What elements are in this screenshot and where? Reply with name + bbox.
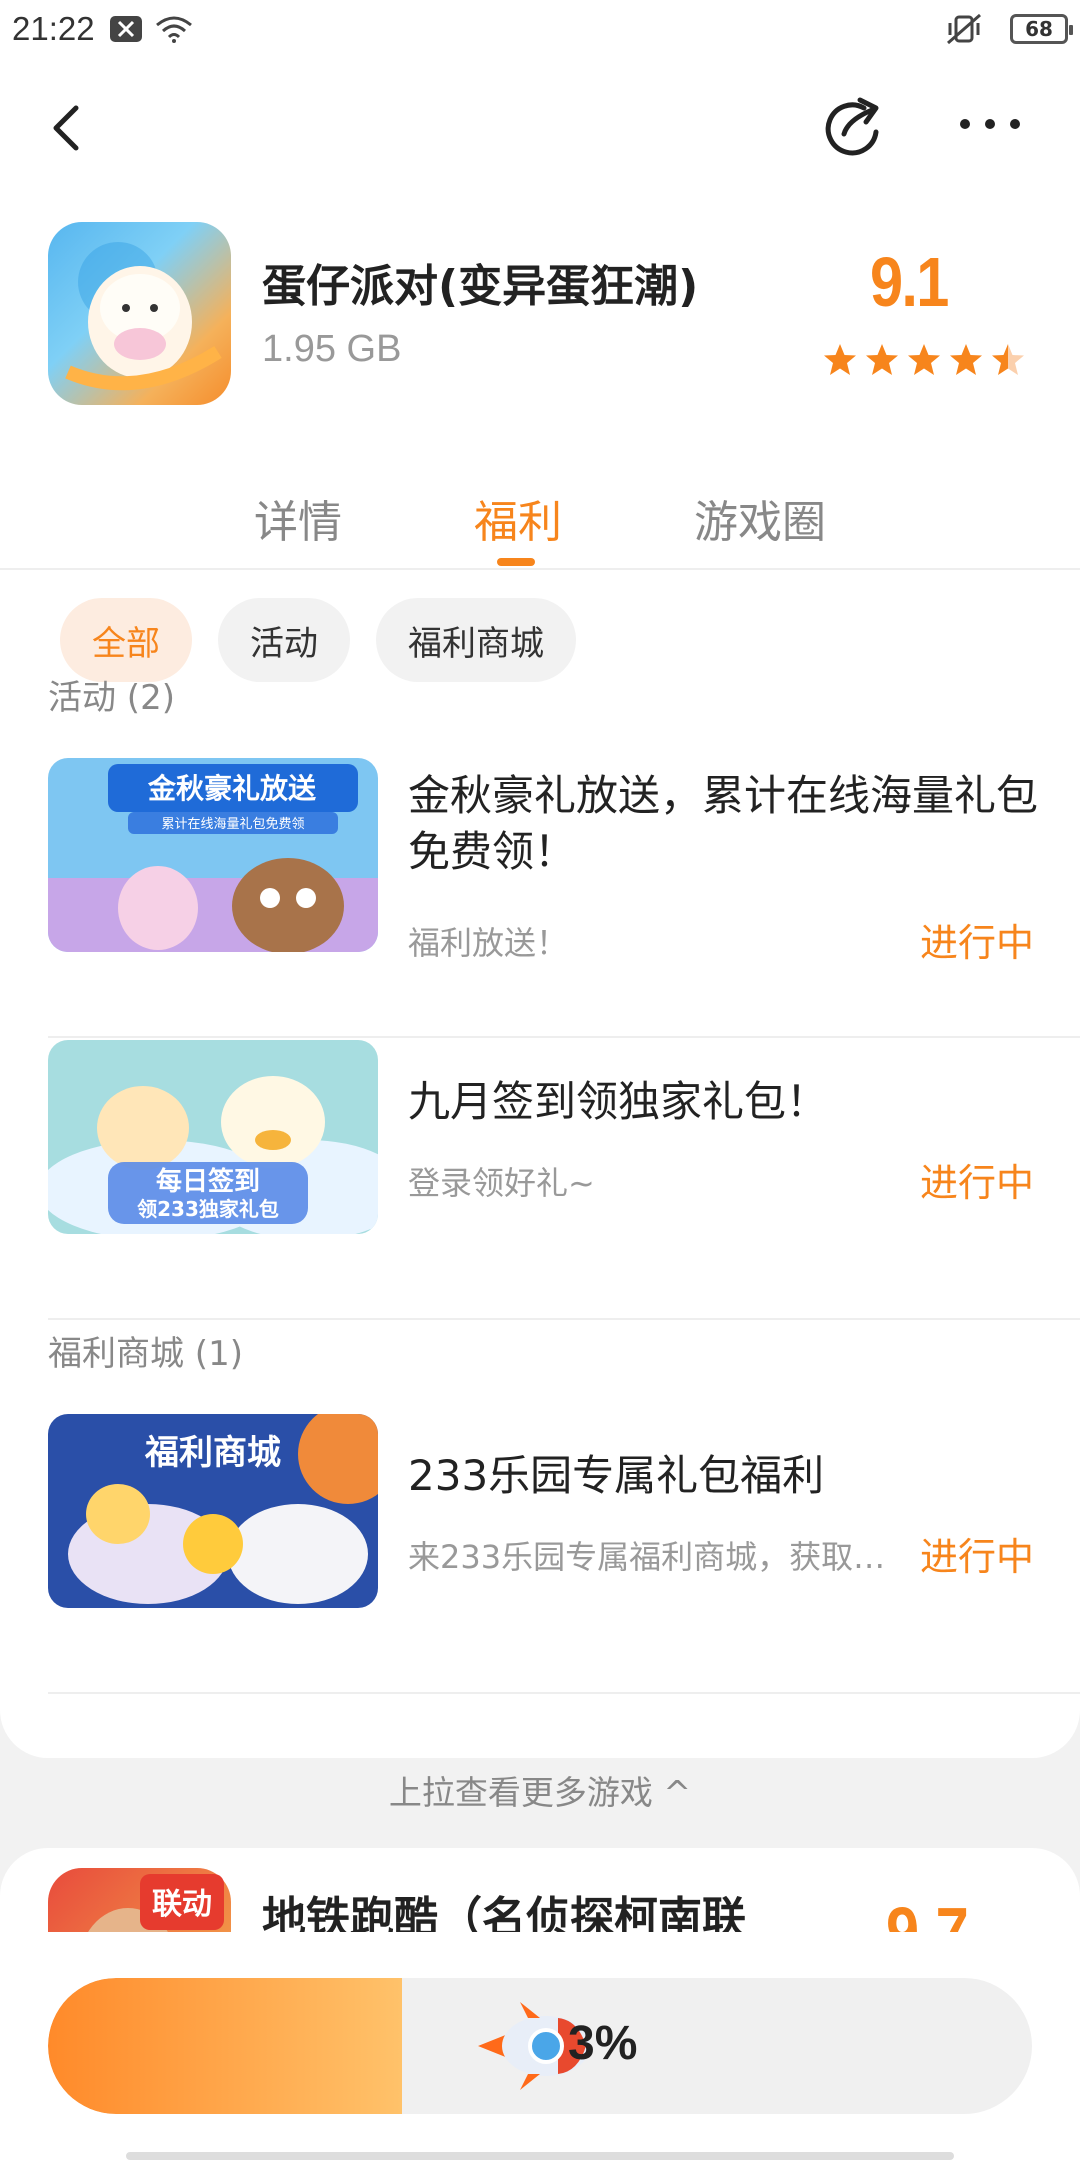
notification-icon bbox=[109, 15, 143, 43]
pull-more-hint[interactable]: 上拉查看更多游戏 ^ bbox=[0, 1766, 1080, 1814]
svg-text:福利商城: 福利商城 bbox=[144, 1433, 281, 1473]
app-size: 1.95 GB bbox=[262, 328, 402, 370]
list-item[interactable]: 每日签到 领233独家礼包 九月签到领独家礼包！ 登录领好礼~ 进行中 bbox=[48, 1040, 1080, 1320]
download-progress-text: 3% bbox=[568, 2017, 638, 2070]
item-status: 进行中 bbox=[920, 921, 1035, 965]
back-icon[interactable] bbox=[40, 98, 100, 158]
tab-game-circle[interactable]: 游戏圈 bbox=[694, 486, 826, 550]
star-icon bbox=[866, 344, 898, 375]
item-thumbnail: 每日签到 领233独家礼包 bbox=[48, 1040, 378, 1234]
list-item[interactable]: 金秋豪礼放送 累计在线海量礼包免费领 金秋豪礼放送，累计在线海量礼包免费领！ 福… bbox=[48, 758, 1080, 1038]
download-progress-button[interactable]: 3% bbox=[48, 1978, 1032, 2114]
progress-fill bbox=[48, 1978, 403, 2114]
star-half-icon bbox=[992, 344, 1024, 375]
item-title: 九月签到领独家礼包！ bbox=[408, 1077, 829, 1126]
section-title-welfare-mall: 福利商城 (1) bbox=[48, 1334, 243, 1374]
item-title: 金秋豪礼放送，累计在线海量礼包免费领！ bbox=[408, 771, 1039, 876]
battery-icon: 68 bbox=[1010, 14, 1073, 44]
top-nav bbox=[0, 58, 1080, 198]
svg-text:累计在线海量礼包免费领: 累计在线海量礼包免费领 bbox=[161, 816, 304, 832]
wifi-icon bbox=[155, 15, 193, 43]
star-icon bbox=[824, 344, 856, 375]
star-icon bbox=[950, 344, 982, 375]
list-item[interactable]: 福利商城 233乐园专属礼包福利 来233乐园专属福利商城，获取… 进行中 bbox=[48, 1414, 1080, 1694]
svg-text:每日签到: 每日签到 bbox=[156, 1166, 260, 1197]
item-title: 233乐园专属礼包福利 bbox=[408, 1451, 825, 1500]
more-icon[interactable] bbox=[955, 104, 1025, 144]
tab-bar: 详情 福利 游戏圈 bbox=[0, 428, 1080, 570]
status-time: 21:22 bbox=[12, 10, 95, 47]
item-status: 进行中 bbox=[920, 1161, 1035, 1205]
star-icon bbox=[908, 344, 940, 375]
item-subtitle: 来233乐园专属福利商城，获取… bbox=[408, 1538, 886, 1576]
item-thumbnail: 福利商城 bbox=[48, 1414, 378, 1608]
app-name: 蛋仔派对(变异蛋狂潮) bbox=[262, 261, 699, 312]
item-status: 进行中 bbox=[920, 1535, 1035, 1579]
share-icon[interactable] bbox=[820, 94, 886, 160]
rating-stars bbox=[822, 342, 1026, 378]
tab-details[interactable]: 详情 bbox=[254, 486, 342, 550]
item-subtitle: 登录领好礼~ bbox=[408, 1164, 595, 1202]
tab-indicator bbox=[497, 558, 535, 566]
tab-welfare[interactable]: 福利 bbox=[474, 486, 562, 550]
svg-text:金秋豪礼放送: 金秋豪礼放送 bbox=[147, 772, 316, 805]
chip-activity[interactable]: 活动 bbox=[218, 598, 350, 682]
svg-text:联动: 联动 bbox=[152, 1887, 212, 1922]
svg-text:领233独家礼包: 领233独家礼包 bbox=[137, 1197, 279, 1221]
item-subtitle: 福利放送！ bbox=[408, 924, 569, 962]
main-card: 蛋仔派对(变异蛋狂潮) 1.95 GB 9.1 详情 福利 游戏圈 全部 活动 … bbox=[0, 58, 1080, 1758]
chip-welfare-mall[interactable]: 福利商城 bbox=[376, 598, 576, 682]
home-indicator bbox=[126, 2152, 954, 2160]
download-bar: 3% bbox=[0, 1932, 1080, 2160]
vibrate-icon bbox=[944, 13, 984, 45]
app-score: 9.1 bbox=[870, 243, 949, 321]
section-title-activity: 活动 (2) bbox=[48, 678, 175, 718]
item-thumbnail: 金秋豪礼放送 累计在线海量礼包免费领 bbox=[48, 758, 378, 952]
app-icon bbox=[48, 222, 231, 405]
status-bar: 21:22 68 bbox=[0, 0, 1080, 58]
